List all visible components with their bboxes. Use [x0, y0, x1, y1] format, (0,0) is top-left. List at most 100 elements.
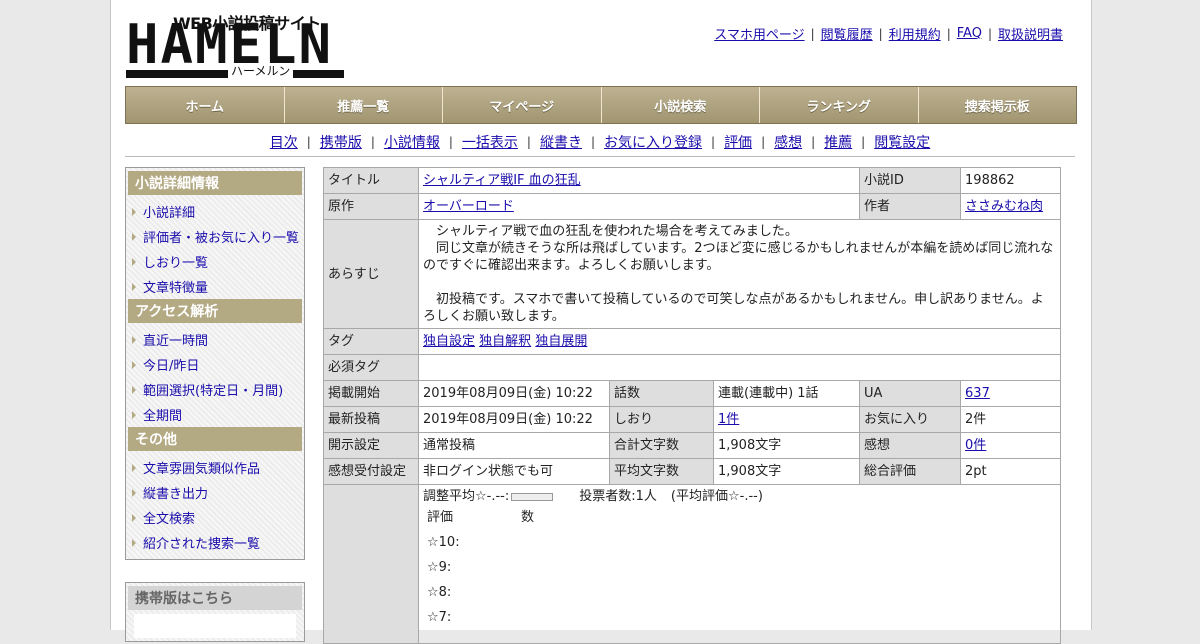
- rating-level: ☆8:: [427, 585, 452, 600]
- total-rating: 2pt: [960, 458, 1062, 485]
- label-rating: [323, 484, 419, 644]
- tag-list: 独自設定 独自解釈 独自展開: [417, 328, 1062, 355]
- sidebar-item-fulltext[interactable]: 全文検索: [128, 505, 302, 530]
- tag-link[interactable]: 独自解釈: [479, 334, 531, 349]
- episode-count: 連載(連載中) 1話: [712, 380, 861, 407]
- sidebar-heading-other: その他: [128, 427, 302, 451]
- nav-mypage[interactable]: マイページ: [443, 87, 602, 123]
- arrow-icon: [132, 385, 136, 394]
- label-required-tags: 必須タグ: [323, 354, 419, 381]
- page-container: WEB小説投稿サイト HAMELN ハーメルン スマホ用ページ | 閲覧履歴 |…: [110, 0, 1092, 644]
- subnav-info[interactable]: 小説情報: [384, 132, 440, 152]
- rating-level: ☆7:: [427, 610, 452, 625]
- publish-start: 2019年08月09日(金) 10:22: [418, 380, 610, 407]
- sidebar: 小説詳細情報 小説詳細 評価者・被お気に入り一覧 しおり一覧 文章特徴量 アクセ…: [125, 167, 305, 560]
- label-synopsis: あらすじ: [323, 219, 419, 329]
- subnav-recommend[interactable]: 推薦: [824, 132, 852, 152]
- arrow-icon: [132, 513, 136, 522]
- sidebar-item-bookmarks[interactable]: しおり一覧: [128, 249, 302, 274]
- arrow-icon: [132, 282, 136, 291]
- nav-home[interactable]: ホーム: [126, 87, 285, 123]
- rating-area: 調整平均☆-.--: 投票者数:1人 (平均評価☆-.--) 評価 数 ☆10:…: [417, 484, 1062, 644]
- label-novel-id: 小説ID: [859, 167, 962, 194]
- rating-level: ☆9:: [427, 560, 452, 575]
- arrow-icon: [132, 360, 136, 369]
- sidebar-heading-details: 小説詳細情報: [128, 171, 302, 195]
- favorite-count: 2件: [960, 406, 1062, 433]
- subnav-vertical[interactable]: 縦書き: [540, 132, 582, 152]
- comment-setting: 非ログイン状態でも可: [418, 458, 610, 485]
- table-row: 掲載開始 2019年08月09日(金) 10:22 話数 連載(連載中) 1話 …: [323, 380, 1062, 407]
- sidebar-item-range[interactable]: 範囲選択(特定日・月間): [128, 377, 302, 402]
- rating-average-paren: (平均評価☆-.--): [670, 489, 763, 504]
- novel-info-table: タイトル シャルティア戦IF 血の狂乱 小説ID 198862 原作 オーバーロ…: [323, 167, 1062, 644]
- mobile-box-content: [134, 614, 296, 638]
- link-smartphone[interactable]: スマホ用ページ: [714, 24, 804, 43]
- label-title: タイトル: [323, 167, 419, 194]
- subnav-comments[interactable]: 感想: [774, 132, 802, 152]
- arrow-icon: [132, 488, 136, 497]
- main-nav: ホーム 推薦一覧 マイページ 小説検索 ランキング 捜索掲示板: [125, 86, 1077, 124]
- rating-header: 評価 数: [427, 510, 535, 525]
- arrow-icon: [132, 232, 136, 241]
- novel-title-link[interactable]: シャルティア戦IF 血の狂乱: [423, 173, 581, 188]
- required-tag-list: [417, 354, 1062, 381]
- rating-level: ☆10:: [427, 535, 460, 550]
- subnav-rate[interactable]: 評価: [724, 132, 752, 152]
- label-original: 原作: [323, 193, 419, 220]
- table-row: 最新投稿 2019年08月09日(金) 10:22 しおり 1件 お気に入り 2…: [323, 406, 1062, 433]
- sidebar-item-raters[interactable]: 評価者・被お気に入り一覧: [128, 224, 302, 249]
- sidebar-item-details[interactable]: 小説詳細: [128, 199, 302, 224]
- site-logo[interactable]: WEB小説投稿サイト HAMELN ハーメルン: [126, 10, 346, 80]
- sidebar-item-features[interactable]: 文章特徴量: [128, 274, 302, 299]
- sidebar-item-today[interactable]: 今日/昨日: [128, 352, 302, 377]
- link-terms[interactable]: 利用規約: [889, 24, 941, 43]
- sidebar-item-vertical-export[interactable]: 縦書き出力: [128, 480, 302, 505]
- subnav-settings[interactable]: 閲覧設定: [874, 132, 930, 152]
- arrow-icon: [132, 538, 136, 547]
- sidebar-item-similar[interactable]: 文章雰囲気類似作品: [128, 455, 302, 480]
- nav-ranking[interactable]: ランキング: [760, 87, 919, 123]
- subnav-all[interactable]: 一括表示: [462, 132, 518, 152]
- top-links: スマホ用ページ | 閲覧履歴 | 利用規約 | FAQ | 取扱説明書: [714, 24, 1063, 43]
- original-link[interactable]: オーバーロード: [423, 199, 514, 214]
- arrow-icon: [132, 257, 136, 266]
- arrow-icon: [132, 410, 136, 419]
- rating-voters: 投票者数:1人: [579, 489, 657, 504]
- table-row: 開示設定 通常投稿 合計文字数 1,908文字 感想 0件: [323, 432, 1062, 459]
- sidebar-heading-access: アクセス解析: [128, 299, 302, 323]
- sub-nav: 目次 | 携帯版 | 小説情報 | 一括表示 | 縦書き | お気に入り登録 | 評価 | 感…: [125, 128, 1075, 157]
- table-row: 感想受付設定 非ログイン状態でも可 平均文字数 1,908文字 総合評価 2pt: [323, 458, 1062, 485]
- link-manual[interactable]: 取扱説明書: [998, 24, 1063, 43]
- arrow-icon: [132, 207, 136, 216]
- sidebar-item-introduced[interactable]: 紹介された捜索一覧: [128, 530, 302, 555]
- nav-search[interactable]: 小説検索: [601, 87, 760, 123]
- avg-chars: 1,908文字: [712, 458, 861, 485]
- disclosure-setting: 通常投稿: [418, 432, 610, 459]
- subnav-favorite[interactable]: お気に入り登録: [604, 132, 702, 152]
- tag-link[interactable]: 独自展開: [535, 334, 587, 349]
- link-faq[interactable]: FAQ: [957, 26, 982, 41]
- arrow-icon: [132, 335, 136, 344]
- ua-link[interactable]: 637: [965, 386, 990, 401]
- total-chars: 1,908文字: [712, 432, 861, 459]
- latest-post: 2019年08月09日(金) 10:22: [418, 406, 610, 433]
- tag-link[interactable]: 独自設定: [423, 334, 475, 349]
- mobile-box: 携帯版はこちら: [125, 582, 305, 642]
- mobile-box-heading: 携帯版はこちら: [128, 586, 302, 610]
- label-tags: タグ: [323, 328, 419, 355]
- link-history[interactable]: 閲覧履歴: [821, 24, 873, 43]
- logo-kana: ハーメルン: [228, 64, 294, 78]
- sidebar-item-all-time[interactable]: 全期間: [128, 402, 302, 427]
- author-link[interactable]: ささみむね肉: [965, 199, 1043, 214]
- subnav-mobile[interactable]: 携帯版: [320, 132, 362, 152]
- subnav-toc[interactable]: 目次: [270, 132, 298, 152]
- nav-recommend[interactable]: 推薦一覧: [284, 87, 443, 123]
- synopsis-text: シャルティア戦で血の狂乱を使われた場合を考えてみました。 同じ文章が続きそうな所…: [417, 219, 1062, 329]
- comment-count-link[interactable]: 0件: [965, 438, 986, 453]
- bookmark-count-link[interactable]: 1件: [718, 412, 739, 427]
- nav-board[interactable]: 捜索掲示板: [918, 87, 1076, 123]
- label-author: 作者: [859, 193, 962, 220]
- arrow-icon: [132, 463, 136, 472]
- sidebar-item-last-hour[interactable]: 直近一時間: [128, 327, 302, 352]
